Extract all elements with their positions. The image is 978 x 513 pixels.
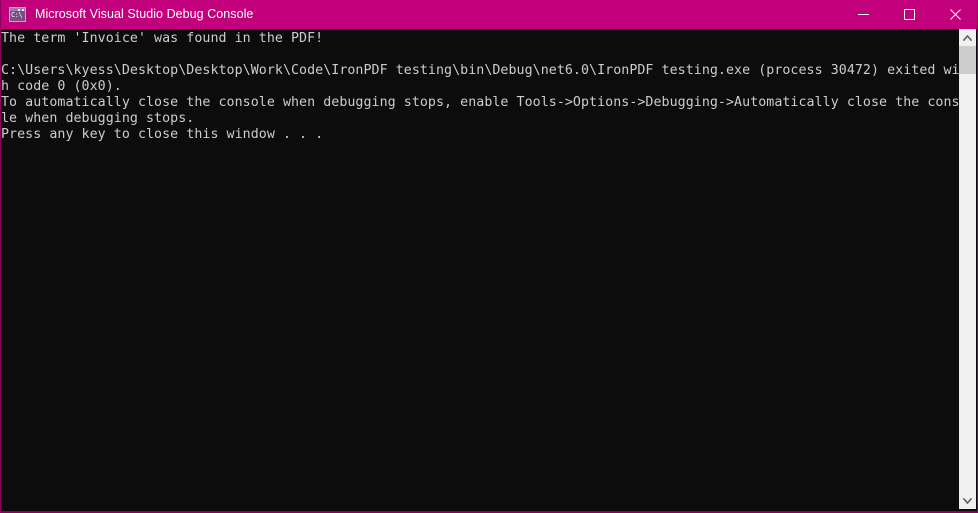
title-bar[interactable]: C:\ Microsoft Visual Studio Debug Consol… (1, 0, 977, 29)
scrollbar-thumb[interactable] (959, 46, 976, 74)
minimize-button[interactable] (840, 0, 886, 29)
scrollbar-down-button[interactable] (959, 492, 976, 509)
minimize-icon (857, 14, 869, 15)
chevron-down-icon (963, 497, 972, 504)
chevron-up-icon (963, 34, 972, 41)
maximize-icon (903, 9, 915, 20)
icon-prompt-glyph: C:\ (11, 11, 23, 19)
scrollbar-up-button[interactable] (959, 29, 976, 46)
console-output-area[interactable]: The term 'Invoice' was found in the PDF!… (1, 29, 977, 511)
close-icon (949, 9, 961, 20)
close-button[interactable] (932, 0, 977, 29)
maximize-button[interactable] (886, 0, 932, 29)
console-output-text: The term 'Invoice' was found in the PDF!… (1, 31, 968, 142)
window-title: Microsoft Visual Studio Debug Console (35, 7, 254, 21)
console-window: C:\ Microsoft Visual Studio Debug Consol… (0, 0, 978, 513)
vertical-scrollbar[interactable] (959, 29, 976, 509)
window-controls (840, 0, 977, 29)
console-cmd-icon: C:\ (9, 7, 26, 22)
